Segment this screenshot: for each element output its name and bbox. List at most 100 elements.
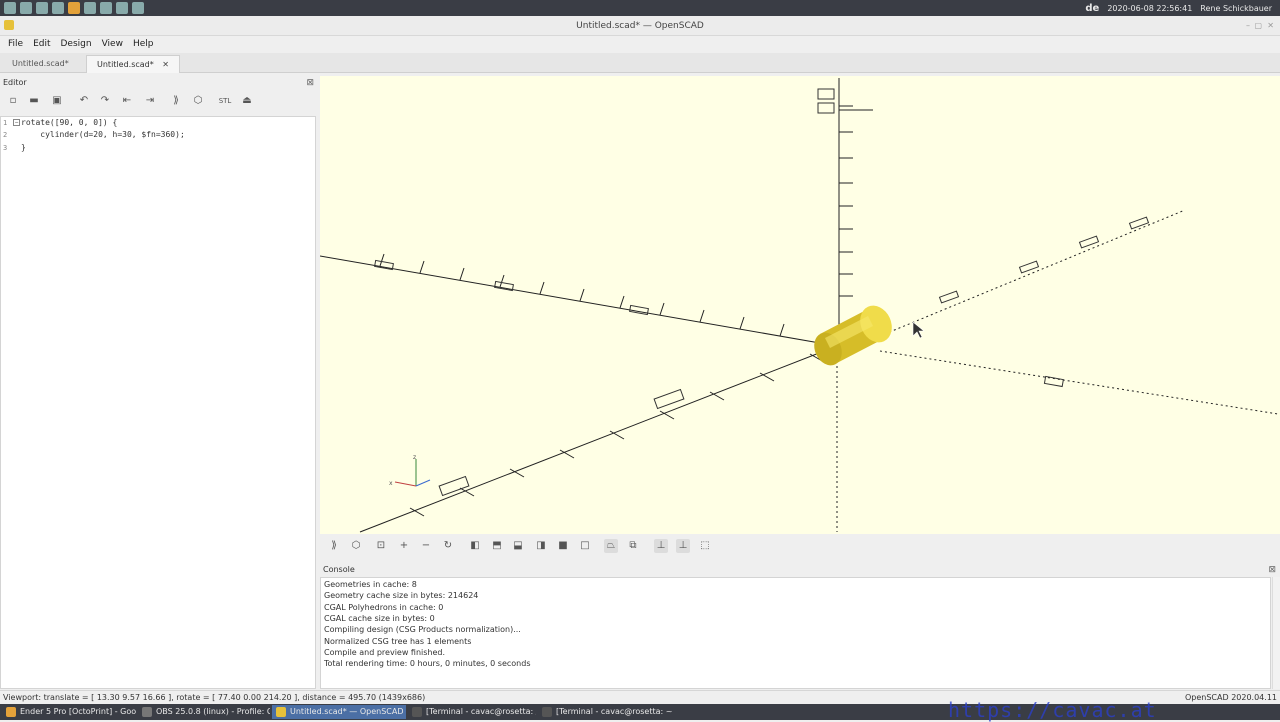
system-tray: de 2020-06-08 22:56:41 Rene Schickbauer	[1085, 0, 1280, 16]
code-line: 1 − rotate([90, 0, 0]) {	[1, 117, 315, 129]
export-stl-icon[interactable]: STL	[218, 94, 232, 108]
code-line: 3 }	[1, 142, 315, 154]
console-title: Console	[323, 565, 355, 574]
tab-untitled-2[interactable]: Untitled.scad* ✕	[86, 55, 180, 73]
y-axis-positive	[879, 209, 1186, 337]
editor-title: Editor	[3, 78, 27, 87]
close-icon[interactable]: ⊠	[306, 76, 314, 90]
axes-gizmo-icon: z x	[389, 454, 431, 487]
minimize-icon[interactable]: –	[1246, 16, 1250, 36]
view-left-icon[interactable]: ◨	[534, 539, 548, 553]
taskbar-item-terminal-1[interactable]: [Terminal - cavac@rosetta: /...	[408, 705, 536, 719]
render-icon[interactable]: ⬡	[349, 539, 363, 553]
3d-viewport[interactable]: z x	[320, 76, 1280, 534]
view-all-icon[interactable]: ⊡	[374, 539, 388, 553]
console-line: Geometry cache size in bytes: 214624	[324, 591, 479, 600]
x-axis-positive	[879, 350, 1279, 415]
openscad-icon	[4, 20, 14, 30]
fold-toggle-icon[interactable]: −	[13, 119, 20, 126]
y-axis-negative	[359, 345, 838, 533]
app-icon[interactable]	[132, 2, 144, 14]
undo-icon[interactable]: ↶	[77, 94, 91, 108]
svg-text:z: z	[413, 454, 416, 461]
console-scrollbar[interactable]	[1272, 577, 1280, 689]
taskbar-item-label: [Terminal - cavac@rosetta: /...	[426, 707, 536, 716]
save-icon[interactable]: ▣	[50, 94, 64, 108]
y-axis-ticks	[409, 353, 825, 517]
openscad-icon	[276, 707, 286, 717]
close-icon[interactable]: ⊠	[1268, 563, 1276, 577]
console-line: CGAL Polyhedrons in cache: 0	[324, 603, 444, 612]
code-editor[interactable]: 1 − rotate([90, 0, 0]) { 2 cylinder(d=20…	[0, 116, 316, 689]
browser-icon	[6, 707, 16, 717]
app-icon[interactable]	[52, 2, 64, 14]
viewport-info: Viewport: translate = [ 13.30 9.57 16.66…	[3, 693, 426, 702]
unindent-icon[interactable]: ⇤	[120, 94, 134, 108]
console-pane: Console ⊠ Geometries in cache: 8 Geometr…	[320, 563, 1280, 689]
zoom-in-icon[interactable]: +	[397, 539, 411, 553]
view-front-icon[interactable]: ■	[556, 539, 570, 553]
cylinder-object[interactable]	[809, 300, 898, 369]
menu-edit[interactable]: Edit	[33, 39, 50, 49]
editor-pane: Editor ⊠ ▫ ▬ ▣ ↶ ↷ ⇤ ⇥ ⟫ ⬡ STL ⏏ 1 − rot…	[0, 76, 318, 689]
show-scale-markers-icon[interactable]: ⊥	[676, 539, 690, 553]
system-top-panel: de 2020-06-08 22:56:41 Rene Schickbauer	[0, 0, 1280, 16]
taskbar-item-label: Ender 5 Pro [OctoPrint] - Goo...	[20, 707, 136, 716]
settings-icon[interactable]	[116, 2, 128, 14]
app-icon[interactable]	[20, 2, 32, 14]
app-icon[interactable]	[36, 2, 48, 14]
view-right-icon[interactable]: ◧	[468, 539, 482, 553]
clock[interactable]: 2020-06-08 22:56:41	[1107, 4, 1192, 13]
redo-icon[interactable]: ↷	[98, 94, 112, 108]
browser-icon[interactable]	[68, 2, 80, 14]
code-line: 2 cylinder(d=20, h=30, $fn=360);	[1, 129, 315, 141]
menu-bar: File Edit Design View Help	[0, 36, 1280, 52]
view-bottom-icon[interactable]: ⬓	[511, 539, 525, 553]
view-toolbar: ⟫ ⬡ ⊡ + − ↻ ◧ ⬒ ⬓ ◨ ■ □ ⏢ ⧉ ⊥ ⊥ ⬚	[320, 536, 1280, 556]
close-icon[interactable]: ✕	[1267, 16, 1274, 36]
zoom-out-icon[interactable]: −	[419, 539, 433, 553]
menu-view[interactable]: View	[102, 39, 123, 49]
console-header: Console ⊠	[320, 563, 1280, 577]
taskbar-item-octoprint[interactable]: Ender 5 Pro [OctoPrint] - Goo...	[2, 705, 136, 719]
keyboard-layout-indicator[interactable]: de	[1085, 3, 1099, 14]
terminal-icon	[412, 707, 422, 717]
preview-icon[interactable]: ⟫	[169, 94, 183, 108]
close-tab-icon[interactable]: ✕	[162, 60, 169, 69]
user-name[interactable]: Rene Schickbauer	[1200, 4, 1272, 13]
tab-untitled-1[interactable]: Untitled.scad*	[2, 55, 79, 73]
show-axes-icon[interactable]: ⊥	[654, 539, 668, 553]
viewport-canvas[interactable]: z x	[320, 76, 1280, 534]
view-top-icon[interactable]: ⬒	[490, 539, 504, 553]
app-icon[interactable]	[84, 2, 96, 14]
launcher-icon[interactable]	[4, 2, 16, 14]
show-edges-icon[interactable]: ⬚	[698, 539, 712, 553]
preview-icon[interactable]: ⟫	[327, 539, 341, 553]
view-back-icon[interactable]: □	[578, 539, 592, 553]
taskbar-item-terminal-2[interactable]: [Terminal - cavac@rosetta: ~]	[538, 705, 672, 719]
send-to-printer-icon[interactable]: ⏏	[240, 94, 254, 108]
menu-help[interactable]: Help	[133, 39, 154, 49]
x-axis-ticks	[379, 253, 785, 337]
taskbar-item-openscad[interactable]: Untitled.scad* — OpenSCAD	[272, 705, 406, 719]
orthogonal-icon[interactable]: ⧉	[626, 539, 640, 553]
maximize-icon[interactable]: ▢	[1254, 16, 1262, 36]
tab-label: Untitled.scad*	[12, 59, 69, 68]
reset-view-icon[interactable]: ↻	[441, 539, 455, 553]
app-icon[interactable]	[100, 2, 112, 14]
indent-icon[interactable]: ⇥	[143, 94, 157, 108]
z-axis-ticks	[839, 105, 873, 297]
menu-file[interactable]: File	[8, 39, 23, 49]
console-line: Total rendering time: 0 hours, 0 minutes…	[324, 659, 531, 668]
console-output[interactable]: Geometries in cache: 8 Geometry cache si…	[320, 577, 1271, 689]
new-file-icon[interactable]: ▫	[6, 94, 20, 108]
open-file-icon[interactable]: ▬	[27, 94, 41, 108]
taskbar-item-obs[interactable]: OBS 25.0.8 (linux) - Profile: G...	[138, 705, 270, 719]
mouse-cursor-icon	[912, 321, 925, 339]
menu-design[interactable]: Design	[61, 39, 92, 49]
perspective-icon[interactable]: ⏢	[604, 539, 618, 553]
line-number: 2	[3, 131, 8, 139]
render-icon[interactable]: ⬡	[191, 94, 205, 108]
window-titlebar: Untitled.scad* — OpenSCAD – ▢ ✕	[0, 16, 1280, 36]
document-tabs: Untitled.scad* Untitled.scad* ✕	[0, 53, 1280, 73]
